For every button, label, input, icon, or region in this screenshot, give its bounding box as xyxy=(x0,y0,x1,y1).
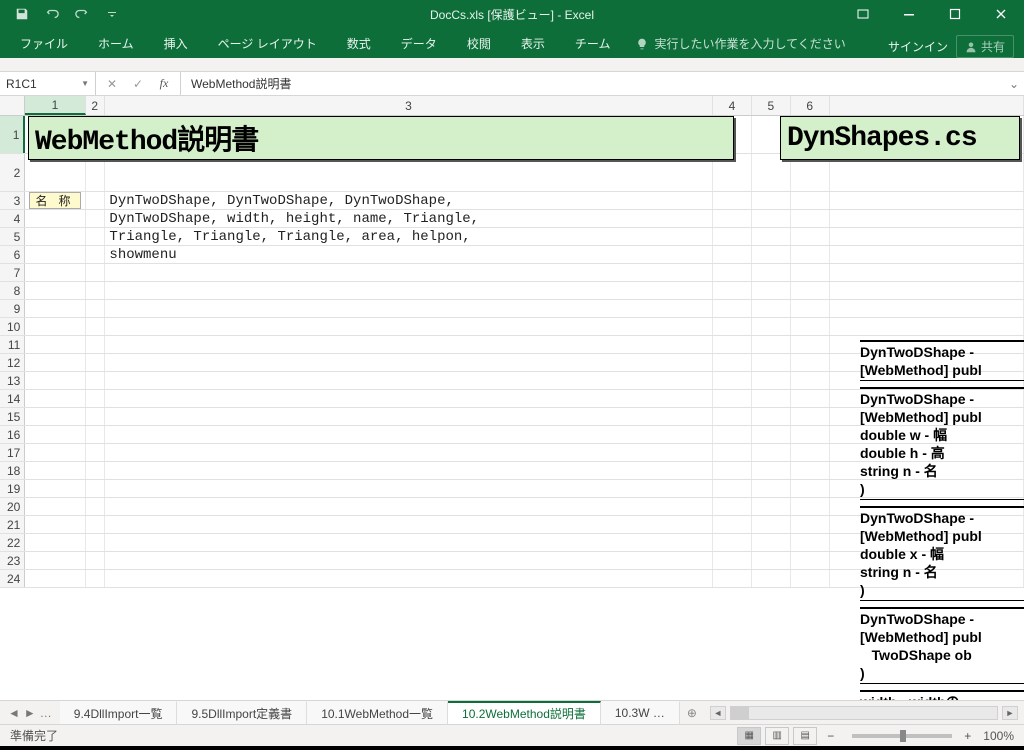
tab-formulas[interactable]: 数式 xyxy=(333,29,385,58)
sheet-tabs: 9.4DllImport一覧 9.5DllImport定義書 10.1WebMe… xyxy=(60,701,680,724)
row-header[interactable]: 6 xyxy=(0,246,25,263)
row-header[interactable]: 4 xyxy=(0,210,25,227)
window-title: DocCs.xls [保護ビュー] - Excel xyxy=(430,6,594,23)
tab-file[interactable]: ファイル xyxy=(6,29,82,58)
row-header[interactable]: 23 xyxy=(0,552,25,569)
ribbon-body-collapsed xyxy=(0,58,1024,72)
tab-insert[interactable]: 挿入 xyxy=(150,29,202,58)
lightbulb-icon xyxy=(636,38,648,50)
row-header[interactable]: 9 xyxy=(0,300,25,317)
row-header[interactable]: 8 xyxy=(0,282,25,299)
sheet-tab[interactable]: 9.5DllImport定義書 xyxy=(177,701,307,724)
minimize-icon[interactable] xyxy=(886,0,932,28)
row-header[interactable]: 13 xyxy=(0,372,25,389)
row-header[interactable]: 22 xyxy=(0,534,25,551)
right-code-panel: DynTwoDShape - [WebMethod] publ DynTwoDS… xyxy=(860,340,1024,700)
column-headers: 1 2 3 4 5 6 xyxy=(0,96,1024,116)
signin-link[interactable]: サインイン xyxy=(888,38,948,55)
horizontal-scrollbar[interactable]: ◄ ► xyxy=(704,706,1024,720)
sheet-tab-strip: ◄ ► … 9.4DllImport一覧 9.5DllImport定義書 10.… xyxy=(0,700,1024,724)
window-controls xyxy=(840,0,1024,28)
col-header[interactable] xyxy=(830,96,1024,115)
cancel-icon[interactable]: ✕ xyxy=(102,77,122,91)
col-header[interactable]: 3 xyxy=(105,96,713,115)
sheet-tab[interactable]: 9.4DllImport一覧 xyxy=(60,701,178,724)
cell[interactable]: DynTwoDShape, width, height, name, Trian… xyxy=(105,210,712,227)
scroll-track[interactable] xyxy=(730,706,998,720)
tab-view[interactable]: 表示 xyxy=(507,29,559,58)
row-header[interactable]: 2 xyxy=(0,154,25,191)
select-all-corner[interactable] xyxy=(0,96,25,115)
formula-bar: R1C1 ▼ ✕ ✓ fx WebMethod説明書 ⌄ xyxy=(0,72,1024,96)
row-header[interactable]: 21 xyxy=(0,516,25,533)
row-header[interactable]: 12 xyxy=(0,354,25,371)
col-header[interactable]: 2 xyxy=(86,96,105,115)
row-header[interactable]: 18 xyxy=(0,462,25,479)
tell-me-search[interactable]: 実行したい作業を入力してください xyxy=(626,29,855,58)
sheet-nav: ◄ ► … xyxy=(0,706,60,720)
col-header[interactable]: 1 xyxy=(25,96,85,115)
col-header[interactable]: 5 xyxy=(752,96,791,115)
title-bar: DocCs.xls [保護ビュー] - Excel xyxy=(0,0,1024,28)
chevron-down-icon[interactable]: ▼ xyxy=(81,79,89,88)
redo-icon[interactable] xyxy=(68,2,96,26)
row-header[interactable]: 11 xyxy=(0,336,25,353)
cell[interactable]: showmenu xyxy=(105,246,712,263)
row-header[interactable]: 14 xyxy=(0,390,25,407)
nav-more-icon[interactable]: … xyxy=(40,706,52,720)
footer-strip xyxy=(0,746,1024,750)
qat-customize-icon[interactable] xyxy=(98,2,126,26)
share-button[interactable]: 共有 xyxy=(956,35,1014,58)
col-header[interactable]: 4 xyxy=(713,96,752,115)
expand-formula-icon[interactable]: ⌄ xyxy=(1004,72,1024,95)
formula-input[interactable]: WebMethod説明書 xyxy=(181,72,1004,95)
scroll-right-icon[interactable]: ► xyxy=(1002,706,1018,720)
row-header[interactable]: 24 xyxy=(0,570,25,587)
name-box[interactable]: R1C1 ▼ xyxy=(0,72,96,95)
row-header[interactable]: 1 xyxy=(0,116,25,153)
row-header[interactable]: 15 xyxy=(0,408,25,425)
row-header[interactable]: 3 xyxy=(0,192,25,209)
scroll-left-icon[interactable]: ◄ xyxy=(710,706,726,720)
row-header[interactable]: 16 xyxy=(0,426,25,443)
status-bar: 準備完了 ▦ ▥ ▤ − + 100% xyxy=(0,724,1024,746)
row-header[interactable]: 10 xyxy=(0,318,25,335)
cell[interactable]: Triangle, Triangle, Triangle, area, help… xyxy=(105,228,712,245)
sheet-tab[interactable]: 10.3W … xyxy=(601,701,680,724)
confirm-icon[interactable]: ✓ xyxy=(128,77,148,91)
row-header[interactable]: 20 xyxy=(0,498,25,515)
add-sheet-button[interactable]: ⊕ xyxy=(680,706,704,720)
spreadsheet-grid[interactable]: 1 2 3 4 5 6 1 2 3名 称DynTwoDShape, DynTwo… xyxy=(0,96,1024,700)
tab-review[interactable]: 校閲 xyxy=(453,29,505,58)
person-icon xyxy=(965,41,977,53)
ribbon-tabs: ファイル ホーム 挿入 ページ レイアウト 数式 データ 校閲 表示 チーム 実… xyxy=(0,28,1024,58)
sheet-title-left: WebMethod説明書 xyxy=(28,116,734,160)
tab-data[interactable]: データ xyxy=(387,29,451,58)
maximize-icon[interactable] xyxy=(932,0,978,28)
nav-prev-icon[interactable]: ◄ xyxy=(8,706,20,720)
row-header[interactable]: 5 xyxy=(0,228,25,245)
row-header[interactable]: 17 xyxy=(0,444,25,461)
save-icon[interactable] xyxy=(8,2,36,26)
quick-access-toolbar xyxy=(0,2,126,26)
undo-icon[interactable] xyxy=(38,2,66,26)
sheet-tab[interactable]: 10.2WebMethod説明書 xyxy=(448,701,601,724)
tab-home[interactable]: ホーム xyxy=(84,29,148,58)
ribbon-options-icon[interactable] xyxy=(840,0,886,28)
row-header[interactable]: 19 xyxy=(0,480,25,497)
tab-team[interactable]: チーム xyxy=(561,29,625,58)
nav-next-icon[interactable]: ► xyxy=(24,706,36,720)
tab-page-layout[interactable]: ページ レイアウト xyxy=(204,29,331,58)
sheet-tab[interactable]: 10.1WebMethod一覧 xyxy=(307,701,448,724)
sheet-title-right: DynShapes.cs xyxy=(780,116,1020,160)
col-header[interactable]: 6 xyxy=(791,96,830,115)
close-icon[interactable] xyxy=(978,0,1024,28)
scroll-thumb[interactable] xyxy=(731,707,749,719)
cell[interactable]: DynTwoDShape, DynTwoDShape, DynTwoDShape… xyxy=(105,192,712,209)
label-box: 名 称 xyxy=(29,192,80,209)
row-header[interactable]: 7 xyxy=(0,264,25,281)
fx-icon[interactable]: fx xyxy=(154,76,174,91)
